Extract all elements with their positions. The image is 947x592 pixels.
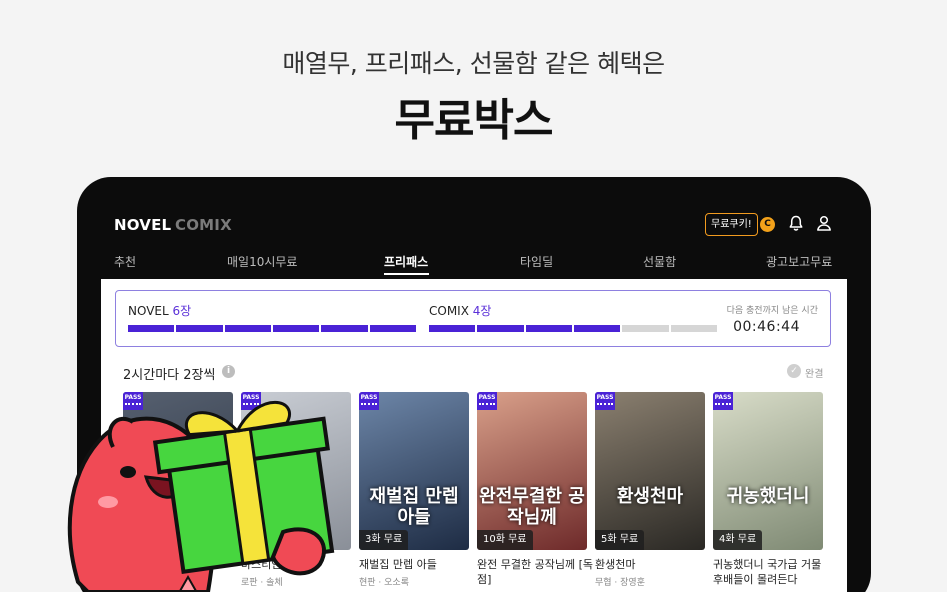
pass-bar-segment [429, 325, 476, 332]
recharge-timer-label: 다음 충전까지 남은 시간 [726, 306, 818, 316]
free-episodes-badge: 5화 무료 [595, 530, 645, 550]
book-title[interactable]: 재벌집 만렙 아들 [359, 558, 479, 573]
info-icon[interactable]: i [222, 365, 235, 378]
book-title[interactable]: 환생천마 [595, 558, 715, 573]
promo-headline: 매열무, 프리패스, 선물함 같은 혜택은 [282, 49, 665, 78]
cover-title-art: 완전무결한 공작님께 [479, 486, 585, 528]
pass-badge: PASS [477, 392, 497, 410]
active-tab-indicator [384, 273, 429, 275]
pass-bar-segment [670, 325, 717, 332]
tab-daily-free[interactable]: 매일10시무료 [227, 253, 297, 270]
free-episodes-badge: 3화 무료 [359, 530, 409, 550]
book-cover[interactable]: PASS 귀농했더니 4화 무료 [713, 392, 823, 550]
pass-bar-segment [128, 325, 175, 332]
user-icon[interactable] [815, 214, 833, 232]
book-genre-author: 현판 · 오소록 [359, 578, 409, 588]
tab-recommend[interactable]: 추천 [114, 253, 136, 270]
section-title: 2시간마다 2장씩 [123, 368, 216, 383]
bell-icon[interactable] [787, 214, 805, 232]
pass-bar-segment [622, 325, 669, 332]
novel-pass-bar [128, 325, 416, 332]
book-cover[interactable]: PASS 완전무결한 공작님께 10화 무료 [477, 392, 587, 550]
check-icon[interactable]: ✓ [787, 364, 801, 378]
pass-bar-segment [369, 325, 416, 332]
tab-ad-free[interactable]: 광고보고무료 [766, 253, 832, 270]
pass-bar-segment [272, 325, 320, 332]
free-cookie-button[interactable]: 무료쿠키! [705, 213, 758, 236]
free-episodes-badge: 4화 무료 [713, 530, 763, 550]
tab-freepass[interactable]: 프리패스 [384, 253, 428, 270]
pass-badge: PASS [713, 392, 733, 410]
comix-pass-count: 4장 [472, 304, 492, 318]
pass-bar-segment [477, 325, 524, 332]
pass-badge: PASS [595, 392, 615, 410]
novel-pass-label: NOVEL 6장 [128, 302, 191, 319]
book-genre-author: 무협 · 장영훈 [595, 578, 645, 588]
brand-novel-tab[interactable]: NOVEL [114, 216, 171, 234]
book-cover[interactable]: PASS 재벌집 만렙 아들 3화 무료 [359, 392, 469, 550]
mascot-gift-illustration [67, 400, 335, 592]
cookie-icon: C [760, 217, 775, 232]
promo-title: 무료박스 [394, 95, 554, 146]
brand-comix-tab[interactable]: COMIX [175, 216, 232, 234]
pass-status-card: NOVEL 6장 COMIX 4장 다음 충전까지 남은 시간 00:46:44 [115, 290, 831, 347]
book-cover[interactable]: PASS 환생천마 5화 무료 [595, 392, 705, 550]
novel-label-text: NOVEL [128, 304, 169, 318]
recharge-timer: 00:46:44 [733, 319, 800, 335]
cover-title-art: 귀농했더니 [726, 486, 810, 507]
tab-giftbox[interactable]: 선물함 [643, 253, 676, 270]
cover-title-art: 환생천마 [616, 486, 684, 507]
comix-label-text: COMIX [429, 304, 469, 318]
book-title[interactable]: 귀농했더니 국가급 거물 후배들이 몰려든다 [713, 558, 833, 588]
tab-timedeal[interactable]: 타임딜 [520, 253, 553, 270]
pass-bar-segment [224, 325, 271, 332]
comix-pass-bar [429, 325, 717, 332]
pass-bar-segment [321, 325, 368, 332]
cover-title-art: 재벌집 만렙 아들 [369, 486, 459, 528]
category-tabs: 추천 매일10시무료 프리패스 타임딜 선물함 광고보고무료 [77, 253, 871, 279]
free-episodes-badge: 10화 무료 [477, 530, 533, 550]
pass-bar-segment [573, 325, 621, 332]
book-title[interactable]: 완전 무결한 공작님께 [독점] [477, 558, 597, 588]
pass-bar-segment [525, 325, 572, 332]
pass-bar-segment [176, 325, 223, 332]
novel-pass-count: 6장 [172, 304, 192, 318]
comix-pass-label: COMIX 4장 [429, 302, 491, 319]
completed-filter-label[interactable]: 완결 [805, 365, 823, 380]
pass-badge: PASS [359, 392, 379, 410]
